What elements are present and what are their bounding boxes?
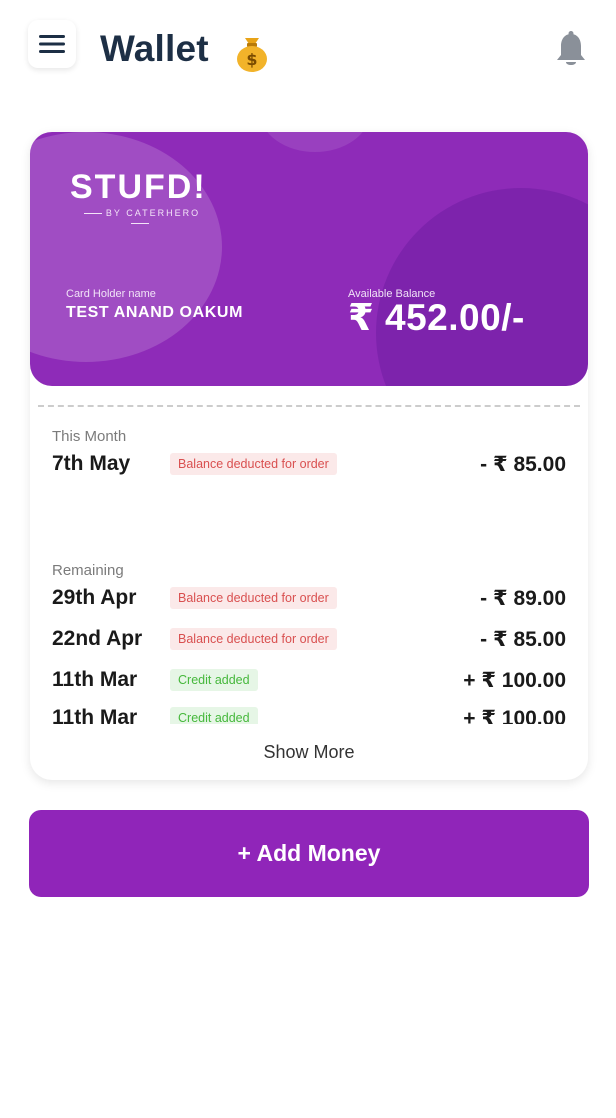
transaction-amount: - ₹ 89.00 — [480, 587, 566, 610]
this-month-label: This Month — [52, 428, 127, 445]
transaction-note-badge: Balance deducted for order — [170, 628, 337, 650]
card-decoration — [376, 188, 588, 386]
transaction-row: 7th May Balance deducted for order - ₹ 8… — [52, 452, 566, 480]
remaining-label: Remaining — [52, 562, 124, 579]
transaction-date: 11th Mar — [52, 706, 138, 724]
app-header: Wallet $ — [0, 0, 616, 110]
wallet-panel: STUFD! BY CATERHERO Card Holder name TES… — [30, 132, 588, 780]
bell-icon[interactable] — [554, 30, 588, 70]
transaction-amount: + ₹ 100.00 — [463, 669, 566, 692]
logo-text: STUFD! — [70, 168, 207, 206]
svg-text:$: $ — [246, 50, 257, 69]
transaction-date: 22nd Apr — [52, 627, 143, 650]
logo-subtitle: BY CATERHERO — [70, 208, 210, 228]
stufd-logo: STUFD! BY CATERHERO — [70, 168, 220, 224]
wallet-card: STUFD! BY CATERHERO Card Holder name TES… — [30, 132, 588, 386]
transaction-note-badge: Balance deducted for order — [170, 453, 337, 475]
transaction-row: 11th Mar Credit added + ₹ 100.00 — [52, 668, 566, 696]
transaction-date: 29th Apr — [52, 586, 137, 609]
page-title: Wallet — [100, 28, 209, 69]
transaction-date: 11th Mar — [52, 668, 138, 691]
show-more-button[interactable]: Show More — [30, 742, 588, 763]
transaction-row: 22nd Apr Balance deducted for order - ₹ … — [52, 627, 566, 655]
money-bag-icon: $ — [237, 38, 267, 72]
transaction-note-badge: Balance deducted for order — [170, 587, 337, 609]
add-money-button[interactable]: + Add Money — [29, 810, 589, 897]
transaction-note-badge: Credit added — [170, 707, 258, 724]
transaction-amount: - ₹ 85.00 — [480, 453, 566, 476]
transaction-row: 11th Mar Credit added + ₹ 100.00 — [52, 706, 566, 724]
card-decoration — [260, 132, 370, 152]
transaction-note-badge: Credit added — [170, 669, 258, 691]
transaction-date: 7th May — [52, 452, 131, 475]
hamburger-menu-icon — [39, 35, 65, 53]
remaining-transactions-list[interactable]: 29th Apr Balance deducted for order - ₹ … — [30, 584, 588, 724]
transaction-amount: + ₹ 100.00 — [463, 707, 566, 724]
card-holder-label: Card Holder name — [66, 288, 156, 300]
card-holder-name: TEST ANAND OAKUM — [66, 304, 243, 321]
dashed-divider — [38, 405, 580, 407]
transaction-row: 29th Apr Balance deducted for order - ₹ … — [52, 586, 566, 614]
available-balance-value: ₹ 452.00/- — [348, 297, 525, 338]
transaction-amount: - ₹ 85.00 — [480, 628, 566, 651]
card-decoration — [30, 132, 222, 362]
menu-button[interactable] — [28, 20, 76, 68]
